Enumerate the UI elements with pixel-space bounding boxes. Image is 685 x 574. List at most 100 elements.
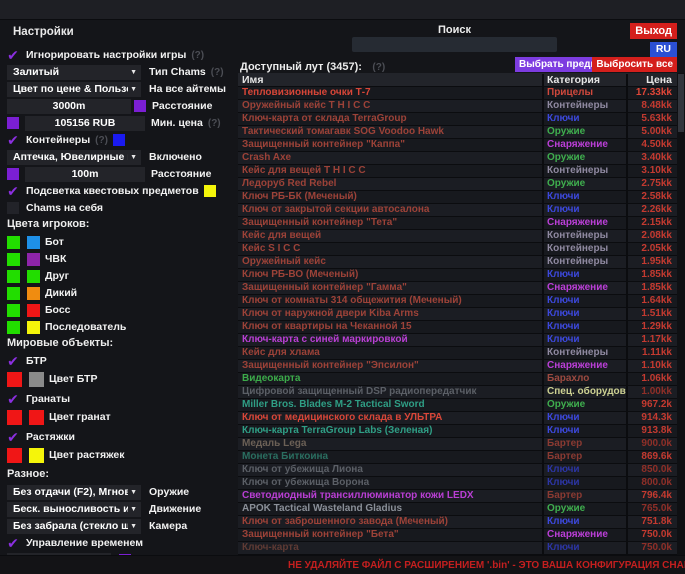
chevron-down-icon: ▼ xyxy=(130,506,137,513)
table-row[interactable]: Тактический томагавк SOG Voodoo HawkОруж… xyxy=(238,126,677,139)
table-row[interactable]: Защищенный контейнер "Гамма"Снаряжение1.… xyxy=(238,282,677,295)
table-row[interactable]: Ключ от наружной двери Kiba ArmsКлючи1.5… xyxy=(238,308,677,321)
table-row[interactable]: Тепловизионные очки Т-7Прицелы17.33kk xyxy=(238,87,677,100)
item-price: 796.4k xyxy=(626,490,677,502)
checkbox[interactable]: ✔ xyxy=(7,393,19,405)
table-row[interactable]: Монета БиткоинаБартер869.6k xyxy=(238,451,677,464)
color-swatch-secondary[interactable] xyxy=(27,287,40,300)
table-row[interactable]: Защищенный контейнер "Бета"Снаряжение750… xyxy=(238,529,677,542)
column-header-price[interactable]: Цена xyxy=(626,74,677,86)
color-swatch-primary[interactable] xyxy=(7,448,22,463)
item-price: 1.29kk xyxy=(626,321,677,333)
table-row[interactable]: Ключ от квартиры на Чеканной 15Ключи1.29… xyxy=(238,321,677,334)
table-row[interactable]: Ключ от закрытой секции автосалонаКлючи2… xyxy=(238,204,677,217)
table-row[interactable]: Светодиодный трансиллюминатор кожи LEDXБ… xyxy=(238,490,677,503)
table-row[interactable]: Ключ-картаКлючи750.0k xyxy=(238,542,677,555)
table-row[interactable]: Ключ от убежища ЛионаКлючи850.0k xyxy=(238,464,677,477)
value-input[interactable]: 3000m xyxy=(7,99,131,114)
color-swatch-secondary[interactable] xyxy=(29,448,44,463)
table-row[interactable]: Кейс S I C CКонтейнеры2.05kk xyxy=(238,243,677,256)
table-row[interactable]: Защищенный контейнер "Каппа"Снаряжение4.… xyxy=(238,139,677,152)
color-swatch-secondary[interactable] xyxy=(29,372,44,387)
dropdown[interactable]: Без отдачи (F2), Мгновенное п▼ xyxy=(7,485,141,500)
input-color-swatch[interactable] xyxy=(134,100,146,112)
table-row[interactable]: Цифровой защищенный DSP радиопередатчикС… xyxy=(238,386,677,399)
dropdown[interactable]: Беск. выносливость и нет уста▼ xyxy=(7,502,141,517)
table-row[interactable]: Оружейный кейс T H I C CКонтейнеры8.48kk xyxy=(238,100,677,113)
column-header-name[interactable]: Имя xyxy=(238,74,542,86)
check-icon: ✔ xyxy=(7,432,19,442)
check-color-swatch[interactable] xyxy=(113,134,125,146)
table-row[interactable]: APOK Tactical Wasteland GladiusОружие765… xyxy=(238,503,677,516)
discard-all-button[interactable]: Выбросить все xyxy=(592,57,677,72)
table-row[interactable]: Ключ-карта от склада TerraGroupКлючи5.63… xyxy=(238,113,677,126)
checkbox[interactable]: ✔ xyxy=(7,537,19,549)
item-price: 751.8k xyxy=(626,516,677,528)
table-row[interactable]: Ключ от убежища ВоронаКлючи800.0k xyxy=(238,477,677,490)
table-row[interactable]: Ключ от комнаты 314 общежития (Меченый)К… xyxy=(238,295,677,308)
table-row[interactable]: Crash AxeОружие3.40kk xyxy=(238,152,677,165)
checkbox[interactable]: ✔ xyxy=(7,185,19,197)
table-row[interactable]: Кейс для хламаКонтейнеры1.11kk xyxy=(238,347,677,360)
table-row[interactable]: Ключ-карта TerraGroup Labs (Зеленая)Ключ… xyxy=(238,425,677,438)
table-row[interactable]: Кейс для вещейКонтейнеры2.08kk xyxy=(238,230,677,243)
table-row[interactable]: Защищенный контейнер "Эпсилон"Снаряжение… xyxy=(238,360,677,373)
value-input[interactable]: 105156 RUB xyxy=(25,116,145,131)
color-swatch-primary[interactable] xyxy=(7,304,20,317)
table-row[interactable]: Miller Bros. Blades M-2 Tactical SwordОр… xyxy=(238,399,677,412)
exit-button[interactable]: Выход xyxy=(630,23,677,39)
table-row[interactable]: Кейс для вещей T H I C CКонтейнеры3.10kk xyxy=(238,165,677,178)
color-swatch-secondary[interactable] xyxy=(27,304,40,317)
checkbox[interactable] xyxy=(7,202,19,214)
item-category: Оружие xyxy=(542,152,626,164)
color-swatch-secondary[interactable] xyxy=(27,236,40,249)
table-row[interactable]: Оружейный кейсКонтейнеры1.95kk xyxy=(238,256,677,269)
input-color-swatch[interactable] xyxy=(7,168,19,180)
table-scrollbar[interactable] xyxy=(677,73,685,555)
color-swatch-primary[interactable] xyxy=(7,410,22,425)
table-row[interactable]: Ключ РБ-БК (Меченый)Ключи2.58kk xyxy=(238,191,677,204)
color-swatch-primary[interactable] xyxy=(7,372,22,387)
input-color-swatch[interactable] xyxy=(7,117,19,129)
table-row[interactable]: Ключ РБ-ВО (Меченый)Ключи1.85kk xyxy=(238,269,677,282)
table-row[interactable]: Защищенный контейнер "Тета"Снаряжение2.1… xyxy=(238,217,677,230)
dropdown[interactable]: Аптечка, Ювелирные и...▼ xyxy=(7,150,141,165)
color-swatch-primary[interactable] xyxy=(7,321,20,334)
table-row[interactable]: Ключ-карта с синей маркировкойКлючи1.17k… xyxy=(238,334,677,347)
scrollbar-thumb[interactable] xyxy=(678,74,684,132)
checkbox[interactable]: ✔ xyxy=(7,431,19,443)
color-swatch-secondary[interactable] xyxy=(27,321,40,334)
item-category: Контейнеры xyxy=(542,243,626,255)
color-swatch-secondary[interactable] xyxy=(27,253,40,266)
color-swatch-primary[interactable] xyxy=(7,236,20,249)
config-warning-text: НЕ УДАЛЯЙТЕ ФАЙЛ С РАСШИРЕНИЕМ '.bin' - … xyxy=(288,560,685,571)
chevron-down-icon: ▼ xyxy=(130,69,137,76)
check-color-swatch[interactable] xyxy=(204,185,216,197)
item-category: Снаряжение xyxy=(542,360,626,372)
color-swatch-secondary[interactable] xyxy=(27,270,40,283)
sidebar-row-check: ✔Контейнеры(?) xyxy=(7,133,234,147)
setting-label: Движение xyxy=(149,503,201,515)
dropdown[interactable]: Цвет по цене & Пользователь▼ xyxy=(7,82,141,97)
checkbox[interactable]: ✔ xyxy=(7,49,19,61)
item-price: 5.00kk xyxy=(626,126,677,138)
item-name: Защищенный контейнер "Бета" xyxy=(238,529,542,541)
language-button[interactable]: RU xyxy=(650,42,677,57)
color-swatch-secondary[interactable] xyxy=(29,410,44,425)
table-row[interactable]: Ключ от медицинского склада в УЛЬТРАКлюч… xyxy=(238,412,677,425)
dropdown[interactable]: Залитый▼ xyxy=(7,65,141,80)
column-header-category[interactable]: Категория xyxy=(542,74,626,86)
item-name: Ключ от заброшенного завода (Меченый) xyxy=(238,516,542,528)
table-row[interactable]: ВидеокартаБарахло1.06kk xyxy=(238,373,677,386)
color-swatch-primary[interactable] xyxy=(7,287,20,300)
checkbox[interactable]: ✔ xyxy=(7,134,19,146)
search-input[interactable] xyxy=(352,37,557,52)
color-swatch-primary[interactable] xyxy=(7,253,20,266)
value-input[interactable]: 100m xyxy=(25,167,145,182)
table-row[interactable]: Медаль LegaБартер900.0k xyxy=(238,438,677,451)
table-row[interactable]: Ключ от заброшенного завода (Меченый)Клю… xyxy=(238,516,677,529)
checkbox[interactable]: ✔ xyxy=(7,355,19,367)
color-swatch-primary[interactable] xyxy=(7,270,20,283)
table-row[interactable]: Ледоруб Red RebelОружие2.75kk xyxy=(238,178,677,191)
dropdown[interactable]: Без забрала (стекло шлема)▼ xyxy=(7,519,141,534)
